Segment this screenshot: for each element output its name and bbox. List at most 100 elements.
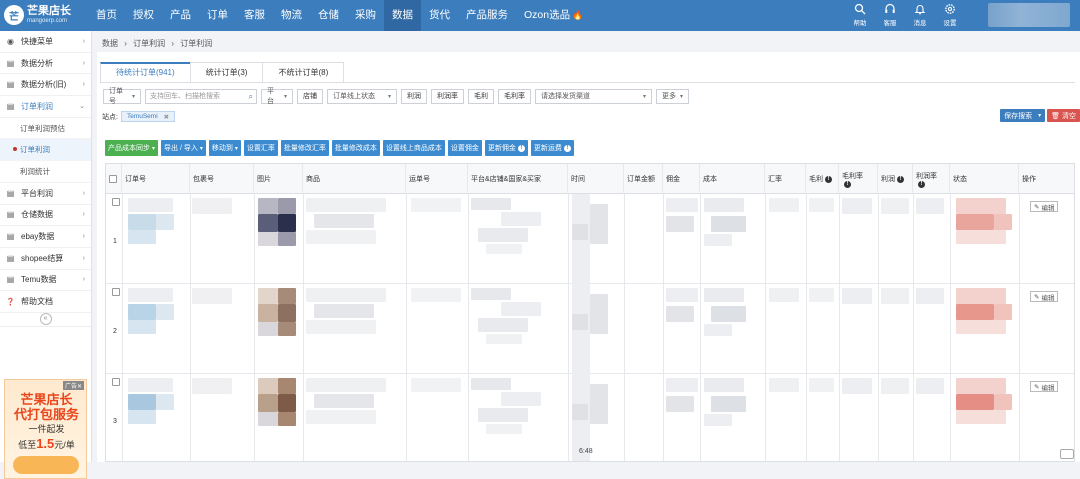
select-all-checkbox[interactable] [109, 175, 117, 183]
sidebar-item-8[interactable]: ▤仓储数据› [0, 205, 91, 227]
settings-button[interactable]: 设置 [935, 3, 965, 27]
sidebar-item-7[interactable]: ▤平台利润› [0, 183, 91, 205]
blurred-content [916, 198, 944, 214]
gross-margin-filter-button[interactable]: 毛利率 [498, 89, 531, 104]
nav-item-10[interactable]: 产品服务 [458, 0, 516, 31]
sidebar-item-10[interactable]: ▤shopee结算› [0, 248, 91, 270]
help-button[interactable]: 帮助 [845, 3, 875, 27]
sidebar-item-3[interactable]: ▤订单利润⌄ [0, 96, 91, 118]
action-button-9[interactable]: 更新运费! [531, 140, 574, 156]
nav-item-0[interactable]: 首页 [88, 0, 125, 31]
row-checkbox[interactable] [112, 378, 120, 386]
tab-not-counted[interactable]: 不统计订单(8) [262, 62, 344, 82]
clear-button[interactable]: 🗑清空 [1047, 109, 1080, 122]
nav-item-11[interactable]: Ozon选品🔥 [516, 0, 591, 31]
user-account-avatar[interactable] [988, 3, 1070, 27]
ad-banner[interactable]: 广告✕ 芒果店长代打包服务 一件起发 低至1.5元/单 [4, 379, 87, 479]
action-button-6[interactable]: 设置线上商品成本 [383, 140, 445, 156]
ad-badge[interactable]: 广告✕ [63, 381, 84, 390]
blurred-content [278, 412, 296, 426]
sidebar-subitem-6[interactable]: 利润统计 [0, 161, 91, 183]
sidebar-item-0[interactable]: ◉快捷菜单› [0, 31, 91, 53]
search-actions: 保存搜索▾ 🗑清空 [1000, 109, 1080, 122]
chevron-right-icon: › [83, 255, 85, 262]
platform-select[interactable]: 平台▾ [261, 89, 293, 104]
nav-item-6[interactable]: 仓储 [310, 0, 347, 31]
action-toolbar: 产品成本同步▾导出 / 导入▾移动到▾设置汇率批量修改汇率批量修改成本设置线上商… [105, 140, 577, 156]
sidebar-item-9[interactable]: ▤ebay数据› [0, 226, 91, 248]
info-icon[interactable]: ! [825, 176, 832, 183]
nav-item-1[interactable]: 授权 [125, 0, 162, 31]
edit-button[interactable]: ✎编辑 [1030, 291, 1058, 302]
column-divider [765, 374, 766, 462]
blurred-content [956, 378, 1006, 394]
gross-profit-filter-button[interactable]: 毛利 [468, 89, 494, 104]
brand-domain: mangoerp.com [27, 17, 71, 25]
tab-pending[interactable]: 待统计订单(941) [100, 62, 191, 82]
sidebar-item-label: 平台利润 [21, 188, 53, 199]
profit-filter-button[interactable]: 利润 [401, 89, 427, 104]
search-input[interactable]: 支持回车、扫描枪搜索⌕ [145, 89, 257, 104]
nav-item-2[interactable]: 产品 [162, 0, 199, 31]
blurred-content [192, 288, 232, 304]
customer-service-button[interactable]: 客服 [875, 3, 905, 27]
blurred-content [956, 198, 1006, 214]
action-button-3[interactable]: 设置汇率 [244, 140, 278, 156]
edit-button[interactable]: ✎编辑 [1030, 201, 1058, 212]
action-button-5[interactable]: 批量修改成本 [332, 140, 380, 156]
nav-item-9[interactable]: 货代 [421, 0, 458, 31]
nav-item-4[interactable]: 客服 [236, 0, 273, 31]
search-icon[interactable]: ⌕ [249, 92, 253, 102]
column-divider [878, 194, 879, 284]
sidebar-collapse-button[interactable]: « [0, 313, 91, 327]
brand-logo[interactable]: 芒 芒果店长 mangoerp.com [4, 3, 84, 27]
blurred-content [278, 322, 296, 336]
order-number-select[interactable]: 订单号▾ [103, 89, 141, 104]
breadcrumb-order-profit[interactable]: 订单利润 [133, 39, 165, 48]
blurred-content [486, 244, 522, 254]
nav-item-5[interactable]: 物流 [273, 0, 310, 31]
info-icon[interactable]: ! [918, 181, 925, 188]
breadcrumb-data[interactable]: 数据 [102, 39, 118, 48]
feedback-icon[interactable] [1060, 449, 1074, 459]
profit-rate-filter-button[interactable]: 利润率 [431, 89, 464, 104]
row-checkbox[interactable] [112, 198, 120, 206]
action-button-4[interactable]: 批量修改汇率 [281, 140, 329, 156]
nav-item-3[interactable]: 订单 [199, 0, 236, 31]
edit-button[interactable]: ✎编辑 [1030, 381, 1058, 392]
online-status-select[interactable]: 订单线上状态▾ [327, 89, 397, 104]
table-row[interactable]: 1✎编辑 [106, 194, 1075, 284]
more-filters-button[interactable]: 更多▾ [656, 89, 689, 104]
store-select[interactable]: 店铺 [297, 89, 323, 104]
table-row[interactable]: 2✎编辑 [106, 284, 1075, 374]
sidebar-item-12[interactable]: ❓帮助文档 [0, 291, 91, 313]
blurred-content [572, 224, 588, 240]
blurred-content [306, 320, 376, 334]
action-button-8[interactable]: 更新佣金! [485, 140, 528, 156]
site-tag[interactable]: TemuSemi✖ [121, 111, 175, 122]
row-checkbox[interactable] [112, 288, 120, 296]
chevron-down-icon: ▾ [284, 93, 287, 100]
nav-item-8[interactable]: 数据 [384, 0, 421, 31]
nav-item-7[interactable]: 采购 [347, 0, 384, 31]
sidebar-item-2[interactable]: ▤数据分析(旧)› [0, 74, 91, 96]
sidebar-item-1[interactable]: ▤数据分析› [0, 53, 91, 75]
blurred-content [486, 334, 522, 344]
sidebar-subitem-4[interactable]: 订单利润预估 [0, 118, 91, 140]
sidebar-subitem-5[interactable]: 订单利润 [0, 139, 91, 161]
action-button-7[interactable]: 设置佣金 [448, 140, 482, 156]
messages-button[interactable]: 消息 [905, 3, 935, 27]
save-search-button[interactable]: 保存搜索▾ [1000, 109, 1045, 122]
shipping-channel-select[interactable]: 请选择发货渠道▾ [535, 89, 652, 104]
sidebar-item-11[interactable]: ▤Temu数据› [0, 270, 91, 292]
list-icon: ▤ [6, 102, 15, 111]
close-icon[interactable]: ✖ [164, 113, 169, 121]
blurred-content [128, 394, 156, 410]
column-header: 操作 [1019, 164, 1075, 194]
action-button-1[interactable]: 导出 / 导入▾ [161, 140, 206, 156]
info-icon[interactable]: ! [844, 181, 851, 188]
action-button-0[interactable]: 产品成本同步▾ [105, 140, 158, 156]
action-button-2[interactable]: 移动到▾ [209, 140, 241, 156]
info-icon[interactable]: ! [897, 176, 904, 183]
tab-counted[interactable]: 统计订单(3) [190, 62, 264, 82]
